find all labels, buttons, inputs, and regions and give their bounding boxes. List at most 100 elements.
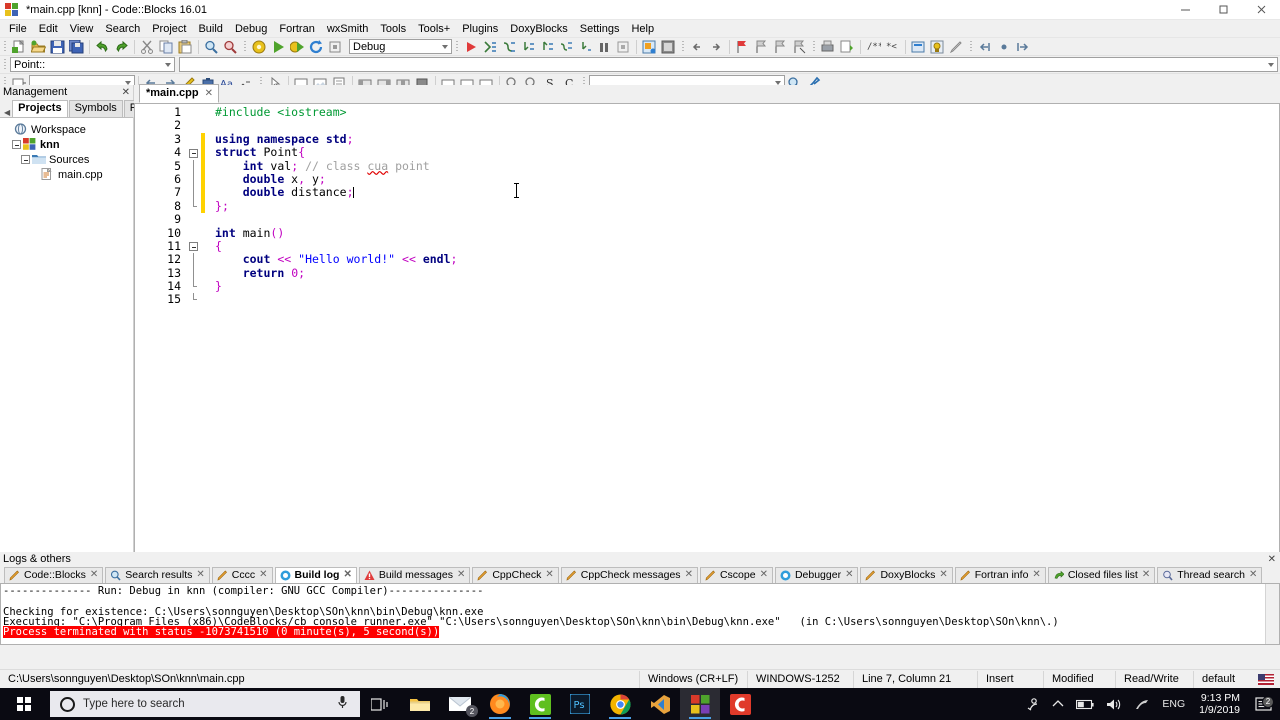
codeblocks-taskbar-icon[interactable] [680,688,720,720]
menu-item-debug[interactable]: Debug [229,21,273,37]
taskbar-clock[interactable]: 9:13 PM 1/9/2019 [1191,692,1248,716]
firefox-icon[interactable] [480,688,520,720]
search-icon[interactable] [203,39,220,55]
abort-icon[interactable] [327,39,344,55]
nav-back-icon[interactable] [977,39,994,55]
fold-cell[interactable] [187,280,201,293]
fold-cell[interactable] [187,119,201,132]
tree-node-main-cpp[interactable]: main.cpp [3,167,133,182]
goto-prev-icon[interactable] [689,39,706,55]
fold-cell[interactable] [187,293,201,306]
debug-stop-icon[interactable] [615,39,632,55]
camtasia-icon[interactable] [520,688,560,720]
toolbar-grip-compiler[interactable] [242,38,248,55]
toolbar-grip-doxy[interactable] [811,38,817,55]
log-tab-close-icon[interactable]: ✕ [685,569,693,581]
camtasia-recorder-icon[interactable] [720,688,760,720]
fold-cell[interactable] [187,253,201,267]
show-hidden-icons-icon[interactable] [1046,699,1070,709]
management-tab-projects[interactable]: Projects [12,100,68,117]
log-tab-close-icon[interactable]: ✕ [1249,569,1257,581]
undo-icon[interactable] [94,39,111,55]
menu-item-view[interactable]: View [64,21,100,37]
management-tab-symbols[interactable]: Symbols [68,100,123,117]
rebuild-icon[interactable] [308,39,325,55]
various-info-icon[interactable] [660,39,677,55]
toolbar-grip-nav[interactable] [968,38,974,55]
paste-icon[interactable] [177,39,194,55]
management-close-icon[interactable]: ✕ [122,87,130,98]
chrome-icon[interactable] [600,688,640,720]
file-explorer-icon[interactable] [400,688,440,720]
wifi-icon[interactable] [1128,698,1156,711]
menu-item-fortran[interactable]: Fortran [273,21,320,37]
menu-item-tools[interactable]: Tools [374,21,412,37]
logs-close-icon[interactable]: ✕ [1268,554,1276,565]
debug-step-out-icon[interactable] [539,39,556,55]
log-tab-cppcheck[interactable]: CppCheck ✕ [472,567,559,583]
menu-item-wxsmith[interactable]: wxSmith [321,21,375,37]
debug-run-to-cursor-icon[interactable] [482,39,499,55]
fold-cell[interactable] [187,159,201,173]
log-tab-close-icon[interactable]: ✕ [90,569,98,581]
taskbar-search-box[interactable]: Type here to search [50,691,360,717]
fold-collapse-icon[interactable] [189,148,198,158]
open-file-icon[interactable] [30,39,47,55]
fold-cell[interactable] [187,146,201,159]
log-tab-code-blocks[interactable]: Code::Blocks ✕ [4,567,104,583]
doxy-comment-block-icon[interactable]: /** [865,39,882,55]
scope-combo[interactable]: Point:: [10,57,175,72]
log-tab-debugger[interactable]: Debugger ✕ [774,567,859,583]
menu-item-project[interactable]: Project [146,21,192,37]
doxy-edit-icon[interactable] [948,39,965,55]
tree-collapse-icon[interactable] [21,155,30,164]
volume-icon[interactable] [1100,698,1128,711]
prev-bookmark-icon[interactable] [753,39,770,55]
fold-cell[interactable] [187,133,201,146]
save-icon[interactable] [49,39,66,55]
log-tab-close-icon[interactable]: ✕ [343,569,351,581]
log-tab-close-icon[interactable]: ✕ [196,569,204,581]
battery-icon[interactable] [1070,699,1100,710]
toggle-bookmark-icon[interactable] [734,39,751,55]
fold-collapse-icon[interactable] [189,242,198,252]
doxy-wizard-icon[interactable] [929,39,946,55]
task-view-icon[interactable] [360,688,400,720]
log-tab-close-icon[interactable]: ✕ [1142,569,1150,581]
fold-cell[interactable] [187,199,201,213]
debug-break-icon[interactable] [596,39,613,55]
log-tab-close-icon[interactable]: ✕ [545,569,553,581]
tree-node-workspace[interactable]: Workspace [3,122,133,137]
maximize-button[interactable] [1204,0,1242,20]
menu-item-build[interactable]: Build [192,21,228,37]
log-tab-doxyblocks[interactable]: DoxyBlocks ✕ [860,567,953,583]
fold-cell[interactable] [187,227,201,240]
log-scrollbar[interactable] [1265,584,1279,644]
new-file-icon[interactable] [11,39,28,55]
editor-tab-close-icon[interactable]: ✕ [205,87,213,100]
goto-next-icon[interactable] [708,39,725,55]
run-icon[interactable] [270,39,287,55]
debug-next-line-icon[interactable] [501,39,518,55]
doxy-run-icon[interactable] [820,39,837,55]
menu-item-plugins[interactable]: Plugins [456,21,504,37]
build-target-combo[interactable]: Debug [349,39,452,54]
fold-cell[interactable] [187,106,201,119]
language-indicator[interactable]: ENG [1156,698,1191,710]
log-tab-cccc[interactable]: Cccc ✕ [211,567,273,583]
debugging-windows-icon[interactable] [641,39,658,55]
debug-step-instruction-icon[interactable] [577,39,594,55]
log-tab-close-icon[interactable]: ✕ [259,569,267,581]
mail-icon[interactable]: 2 [440,688,480,720]
visual-studio-icon[interactable] [640,688,680,720]
log-tab-closed-files-list[interactable]: Closed files list ✕ [1047,567,1156,583]
windows-start-icon[interactable] [0,688,48,720]
fold-cell[interactable] [187,240,201,253]
log-tab-cscope[interactable]: Cscope ✕ [699,567,773,583]
function-combo[interactable] [179,57,1278,72]
log-tab-close-icon[interactable]: ✕ [760,569,768,581]
save-all-icon[interactable] [68,39,85,55]
debug-step-into-icon[interactable] [520,39,537,55]
log-tab-close-icon[interactable]: ✕ [1032,569,1040,581]
clear-bookmarks-icon[interactable] [791,39,808,55]
